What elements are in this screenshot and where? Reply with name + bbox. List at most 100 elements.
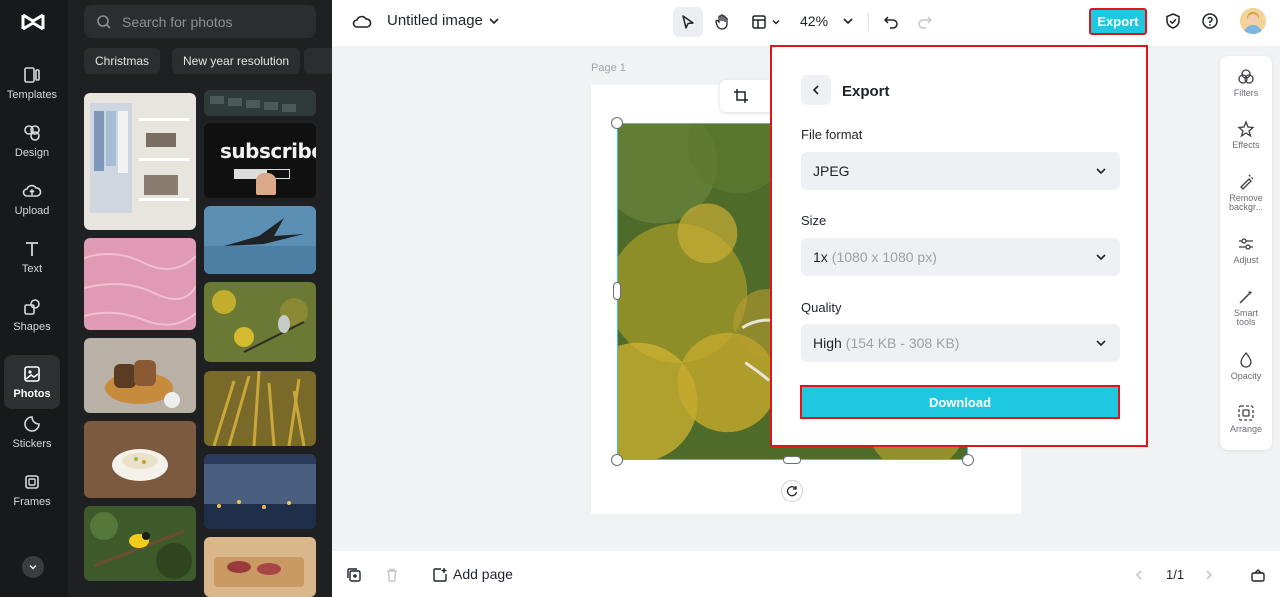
rotate-icon	[786, 486, 798, 497]
rail-item-design[interactable]: Design	[4, 114, 60, 168]
filters-icon	[1238, 69, 1254, 84]
rail-item-text[interactable]: Text	[4, 230, 60, 284]
export-button[interactable]: Export	[1089, 8, 1147, 35]
photo-thumbnail-yogurt-bowl[interactable]	[84, 421, 196, 498]
back-button[interactable]	[801, 75, 831, 105]
tool-arrange[interactable]: Arrange	[1220, 404, 1272, 434]
file-format-select[interactable]: JPEG	[801, 152, 1120, 190]
photo-thumbnail-bread-basket[interactable]	[84, 338, 196, 413]
tool-effects[interactable]: Effects	[1220, 120, 1272, 150]
more-button[interactable]	[22, 556, 44, 578]
frames-icon	[25, 475, 39, 489]
resize-handle-bottom[interactable]	[783, 456, 801, 464]
rail-item-label: Text	[21, 263, 43, 275]
photo-thumbnail-bird-branch[interactable]	[204, 282, 316, 362]
layout-icon	[752, 15, 766, 29]
select-tool-button[interactable]	[673, 7, 703, 37]
document-title[interactable]: Untitled image	[387, 12, 483, 29]
photo-thumbnail-grass[interactable]	[204, 371, 316, 446]
effects-icon	[1237, 120, 1255, 138]
chip-more[interactable]	[304, 48, 332, 74]
rotate-handle[interactable]	[781, 480, 803, 502]
rail-item-photos[interactable]: Photos	[4, 355, 60, 409]
tool-remove-background[interactable]: Remove backgr...	[1220, 173, 1272, 212]
add-page-icon	[433, 568, 447, 582]
duplicate-page-button[interactable]	[344, 565, 364, 585]
rail-item-label: Design	[14, 147, 50, 159]
tool-filters[interactable]: Filters	[1220, 68, 1272, 98]
page-label: Page 1	[591, 62, 626, 74]
chevron-down-icon	[1096, 254, 1106, 261]
avatar[interactable]	[1240, 8, 1266, 34]
file-format-value: JPEG	[813, 163, 850, 179]
chip-new-year-resolution[interactable]: New year resolution	[172, 48, 301, 74]
cloud-sync-button[interactable]	[351, 11, 373, 33]
zoom-level[interactable]: 42%	[800, 13, 828, 29]
add-page-icon-button[interactable]	[430, 565, 450, 585]
chip-christmas[interactable]: Christmas	[84, 48, 161, 74]
rail-item-frames[interactable]: Frames	[4, 463, 60, 517]
resize-handle-bottom-left[interactable]	[611, 454, 623, 466]
layout-dropdown-button[interactable]	[747, 8, 785, 36]
photo-thumbnail-city-night[interactable]	[204, 454, 316, 529]
search-box[interactable]	[84, 5, 316, 38]
file-format-label: File format	[801, 127, 863, 142]
page-manager-button[interactable]	[1248, 565, 1268, 585]
photo-thumbnail-yellow-bird[interactable]	[84, 506, 196, 581]
size-label: Size	[801, 213, 827, 228]
rail-item-label: Shapes	[13, 321, 51, 333]
photo-thumbnail-salami[interactable]	[204, 537, 316, 597]
resize-handle-left[interactable]	[613, 282, 621, 300]
shield-button[interactable]	[1162, 10, 1184, 32]
adjust-icon	[1239, 238, 1253, 250]
quality-select[interactable]: High (154 KB - 308 KB)	[801, 324, 1120, 362]
next-page-button[interactable]	[1200, 566, 1218, 584]
size-select[interactable]: 1x (1080 x 1080 px)	[801, 238, 1120, 276]
previous-page-button[interactable]	[1130, 566, 1148, 584]
title-menu-button[interactable]	[486, 13, 502, 29]
quality-detail: (154 KB - 308 KB)	[845, 335, 960, 351]
rail-item-shapes[interactable]: Shapes	[4, 288, 60, 342]
rail-item-label: Upload	[14, 205, 50, 217]
chevron-down-icon	[1096, 168, 1106, 175]
help-button[interactable]	[1199, 10, 1221, 32]
tool-label: Adjust	[1233, 255, 1259, 265]
chevron-down-icon	[772, 19, 780, 25]
rail-item-label: Photos	[13, 388, 51, 400]
hand-icon	[715, 14, 728, 30]
rail-item-upload[interactable]: Upload	[4, 172, 60, 226]
cloud-icon	[352, 15, 372, 28]
download-button[interactable]: Download	[800, 385, 1120, 419]
tool-adjust[interactable]: Adjust	[1220, 235, 1272, 265]
trash-icon	[387, 568, 397, 582]
shield-check-icon	[1166, 13, 1180, 29]
hand-tool-button[interactable]	[709, 8, 737, 36]
tool-label: Smart tools	[1233, 308, 1258, 327]
help-icon	[1202, 13, 1218, 29]
search-input[interactable]	[122, 13, 312, 30]
size-detail: (1080 x 1080 px)	[831, 249, 937, 265]
opacity-icon	[1240, 351, 1252, 368]
resize-handle-bottom-right[interactable]	[962, 454, 974, 466]
add-page-button[interactable]: Add page	[453, 566, 513, 582]
delete-page-button[interactable]	[382, 565, 402, 585]
rail-item-templates[interactable]: Templates	[4, 56, 60, 110]
rail-item-stickers[interactable]: Stickers	[4, 405, 60, 459]
tool-opacity[interactable]: Opacity	[1220, 351, 1272, 381]
tool-smart-tools[interactable]: Smart tools	[1220, 288, 1272, 327]
redo-button[interactable]	[914, 10, 936, 32]
page-manager-icon	[1251, 569, 1265, 582]
photo-thumbnail-closet[interactable]	[84, 93, 196, 230]
photo-thumbnail-keyboard[interactable]	[204, 90, 316, 116]
zoom-dropdown-button[interactable]	[840, 13, 856, 29]
photo-thumbnail-cormorant[interactable]	[204, 206, 316, 274]
crop-button[interactable]	[730, 86, 752, 106]
photos-panel: Christmas New year resolution subscribe	[68, 0, 332, 597]
photo-thumbnail-pink-texture[interactable]	[84, 238, 196, 330]
resize-handle-top-left[interactable]	[611, 117, 623, 129]
crop-icon	[734, 89, 748, 103]
rail-item-label: Templates	[6, 89, 58, 101]
undo-button[interactable]	[880, 10, 902, 32]
export-panel-title: Export	[842, 83, 890, 100]
photo-thumbnail-subscribe[interactable]: subscribe	[204, 123, 316, 198]
